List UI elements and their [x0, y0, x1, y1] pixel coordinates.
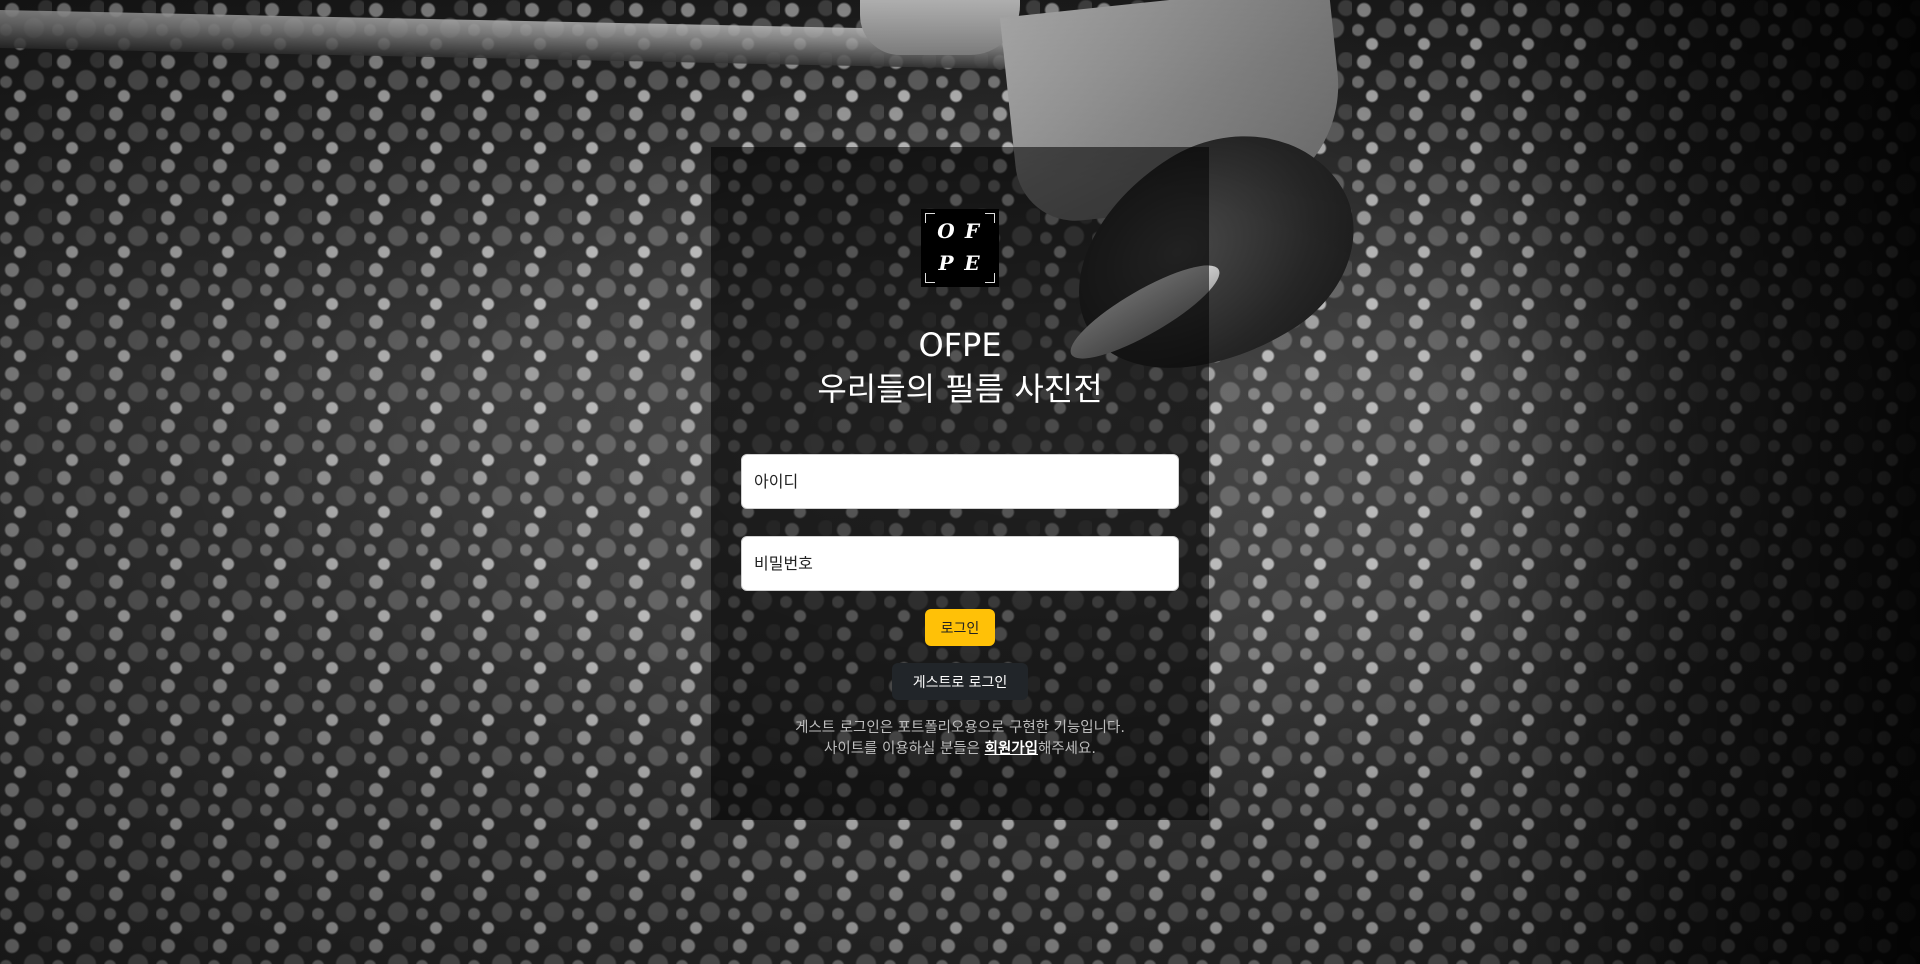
site-subtitle: 우리들의 필름 사진전 [817, 370, 1103, 408]
guest-notice: 게스트 로그인은 포트폴리오용으로 구현한 기능입니다. 사이트를 이용하실 분… [711, 718, 1209, 760]
notice-line-1: 게스트 로그인은 포트폴리오용으로 구현한 기능입니다. [795, 720, 1125, 736]
ofpe-logo: O F P E [921, 209, 999, 287]
logo-corner [925, 273, 935, 283]
logo-corner [985, 273, 995, 283]
logo-corner [985, 213, 995, 223]
signup-link[interactable]: 회원가입 [985, 741, 1038, 757]
notice-suffix: 해주세요. [1037, 741, 1096, 757]
site-name: OFPE [918, 326, 1002, 364]
logo-corner [925, 213, 935, 223]
page-title: OFPE 우리들의 필름 사진전 [711, 323, 1209, 411]
logo-letter: P [938, 251, 954, 275]
logo-letter: F [964, 219, 980, 243]
guest-login-button[interactable]: 게스트로 로그인 [892, 663, 1028, 700]
logo-letter: O [937, 219, 955, 243]
logo-letter: E [964, 251, 980, 275]
id-input[interactable] [741, 454, 1179, 509]
notice-prefix: 사이트를 이용하실 분들은 [824, 741, 985, 757]
login-panel: O F P E OFPE 우리들의 필름 사진전 로그인 게스트로 로그인 게스… [711, 147, 1209, 820]
password-input[interactable] [741, 536, 1179, 591]
notice-line-2: 사이트를 이용하실 분들은 회원가입해주세요. [711, 739, 1209, 760]
login-button[interactable]: 로그인 [925, 609, 995, 646]
